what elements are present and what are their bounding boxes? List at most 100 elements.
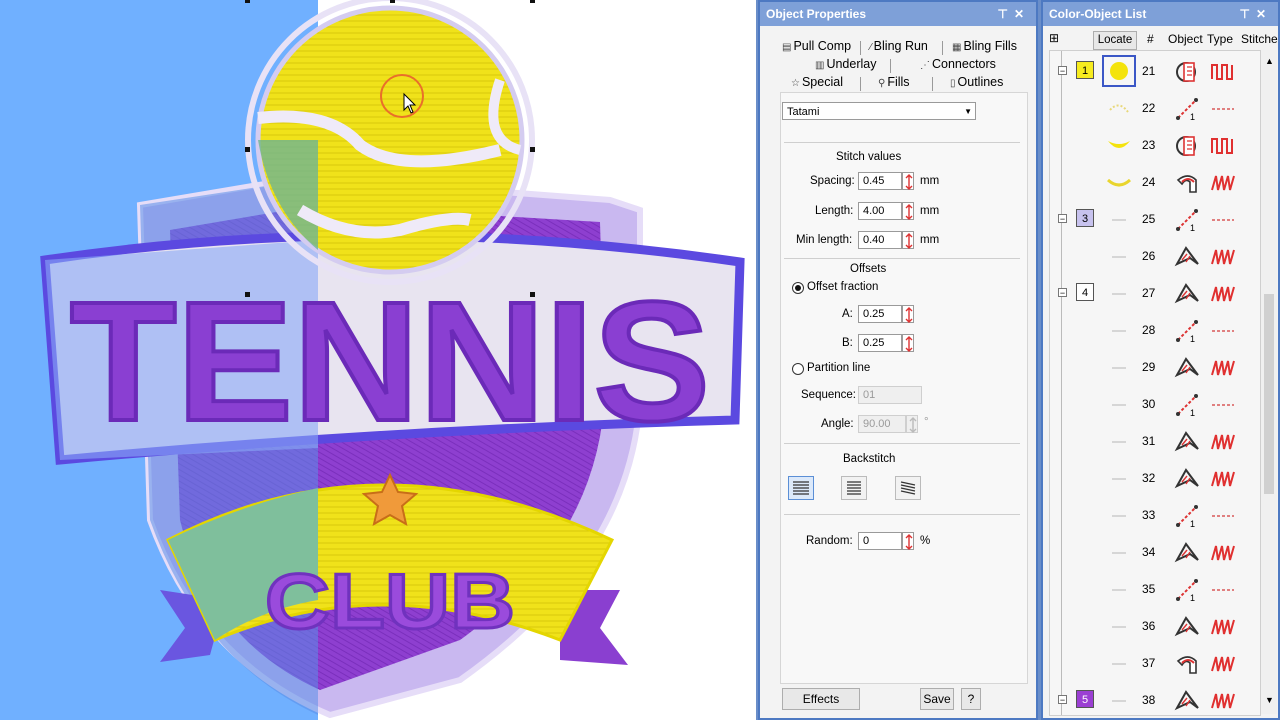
collapse-icon[interactable]: − [1058,695,1067,705]
list-scrollbar[interactable]: ▲ ▼ [1261,50,1277,714]
length-input[interactable]: 4.00 [858,202,902,220]
partition-line-radio[interactable] [792,363,804,375]
list-item[interactable]: −4 27 [1050,275,1260,312]
angle-label: Angle: [821,418,854,430]
list-header: ⊞ Locate # Object Type Stitche [1043,28,1278,50]
tab-outlines[interactable]: ▯ Outlines [950,75,1003,89]
list-item[interactable]: 34 [1050,534,1260,571]
list-item[interactable]: 28 1 [1050,312,1260,349]
collapse-all-icon[interactable]: ⊞ [1049,31,1059,45]
tab-fills[interactable]: ⚲ Fills [878,75,910,89]
tennis-club-design[interactable]: TENNIS CLUB [0,0,756,720]
list-item[interactable]: 36 [1050,608,1260,645]
collapse-icon[interactable]: − [1058,288,1067,298]
run-icon: 1 [1174,96,1202,125]
list-item[interactable]: 37 [1050,645,1260,682]
offset-fraction-radio[interactable] [792,282,804,294]
list-item[interactable]: 33 1 [1050,497,1260,534]
run-icon: 1 [1174,392,1202,421]
tab-pull-comp[interactable]: ▤ Pull Comp [782,39,851,53]
design-text-club: CLUB [265,557,515,645]
object-number: 26 [1142,249,1156,263]
color-block-swatch[interactable]: 3 [1076,209,1094,227]
object-number: 37 [1142,656,1156,670]
fill-type-select[interactable]: Tatami ▼ [782,102,976,120]
list-item[interactable]: −3 25 1 [1050,201,1260,238]
list-item[interactable]: 26 [1050,238,1260,275]
close-icon[interactable]: ✕ [1014,7,1030,21]
list-item[interactable]: −1 21 [1050,53,1260,90]
tab-bling-fills[interactable]: ▦ Bling Fills [952,39,1017,53]
backstitch-option-1-button[interactable] [788,476,814,500]
spacing-input[interactable]: 0.45 [858,172,902,190]
list-item[interactable]: 30 1 [1050,386,1260,423]
scroll-up-icon[interactable]: ▲ [1265,56,1274,66]
column-number[interactable]: # [1147,32,1154,46]
tab-connectors[interactable]: ⋰ Connectors [920,57,996,71]
pin-icon[interactable]: ⊤ [1239,7,1255,21]
offset-a-stepper[interactable] [902,305,914,323]
pin-icon[interactable]: ⊤ [997,7,1013,21]
partition-line-label: Partition line [807,362,871,374]
help-button[interactable]: ? [961,688,981,710]
list-item[interactable]: −5 38 [1050,682,1260,715]
tab-underlay[interactable]: ▥ Underlay [815,57,876,71]
color-block-swatch[interactable]: 1 [1076,61,1094,79]
column-stitches[interactable]: Stitche [1241,32,1278,46]
length-unit: mm [920,205,940,217]
random-stepper[interactable] [902,532,914,550]
list-item[interactable]: 22 1 [1050,90,1260,127]
list-item[interactable]: 32 [1050,460,1260,497]
object-number: 36 [1142,619,1156,633]
color-block-swatch[interactable]: 5 [1076,690,1094,708]
close-icon[interactable]: ✕ [1256,7,1272,21]
fill-type-value: Tatami [787,106,820,118]
locate-button[interactable]: Locate [1093,31,1137,50]
list-item[interactable]: 23 [1050,127,1260,164]
backstitch-zigzag-icon [793,481,809,495]
offset-b-stepper[interactable] [902,334,914,352]
bling-run-icon: ⁄ [870,42,872,53]
list-item[interactable]: 24 [1050,164,1260,201]
tab-label: Fills [887,75,910,89]
tab-special[interactable]: ☆ Special [791,75,843,89]
satin-icon [1210,690,1236,715]
color-object-list-panel: Color-Object List ⊤✕ ⊞ Locate # Object T… [1041,0,1280,720]
object-number: 28 [1142,323,1156,337]
backstitch-option-3-button[interactable] [895,476,921,500]
collapse-icon[interactable]: − [1058,214,1067,224]
object-thumbnail [1102,55,1136,87]
column-shape-icon [1174,244,1202,273]
save-button[interactable]: Save [920,688,954,710]
tab-bling-run[interactable]: ⁄ Bling Run [870,39,928,53]
svg-text:1: 1 [1190,408,1195,418]
tab-label: Connectors [932,57,996,71]
design-canvas[interactable]: TENNIS CLUB [0,0,756,720]
list-item[interactable]: 29 [1050,349,1260,386]
effects-button[interactable]: Effects [782,688,860,710]
min-length-input[interactable]: 0.40 [858,231,902,249]
offset-b-input[interactable]: 0.25 [858,334,902,352]
angle-unit: ° [924,416,929,428]
color-block-swatch[interactable]: 4 [1076,283,1094,301]
min-length-stepper[interactable] [902,231,914,249]
column-object[interactable]: Object [1168,32,1203,46]
list-item[interactable]: 31 [1050,423,1260,460]
object-thumbnail [1102,240,1136,272]
object-thumbnail [1102,92,1136,124]
tab-separator [890,59,891,73]
collapse-icon[interactable]: − [1058,66,1067,76]
random-input[interactable]: 0 [858,532,902,550]
object-list[interactable]: −1 21 22 1 23 24−3 25 1 26−4 27 28 1 29 30 1 31 32 33 1 34 3… [1049,50,1261,716]
offset-a-input[interactable]: 0.25 [858,305,902,323]
object-thumbnail [1102,536,1136,568]
length-stepper[interactable] [902,202,914,220]
spacing-label: Spacing: [810,175,855,187]
scroll-down-icon[interactable]: ▼ [1265,695,1274,705]
backstitch-option-2-button[interactable] [841,476,867,500]
spacing-stepper[interactable] [902,172,914,190]
scrollbar-thumb[interactable] [1264,294,1274,494]
column-type[interactable]: Type [1207,32,1233,46]
pull-comp-icon: ▤ [782,42,792,53]
list-item[interactable]: 35 1 [1050,571,1260,608]
